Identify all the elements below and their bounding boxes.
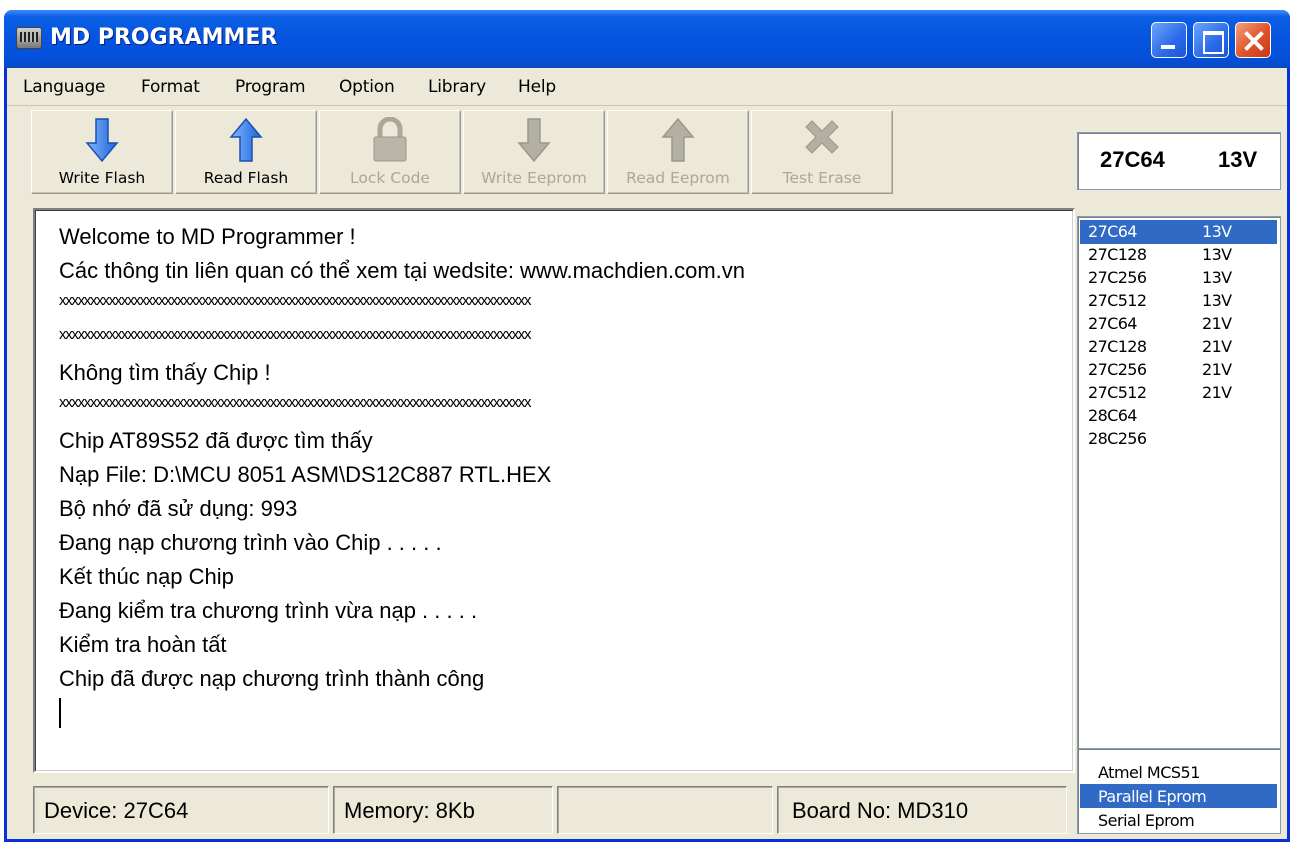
menu-option[interactable]: Option	[339, 77, 395, 97]
log-line: Kết thúc nạp Chip	[59, 564, 234, 589]
up-arrow-icon	[229, 117, 263, 162]
device-item-27c128-13v[interactable]: 27C128 13V	[1080, 243, 1277, 267]
device-item-27c512-13v[interactable]: 27C512 13V	[1080, 289, 1277, 313]
log-line: Đang nạp chương trình vào Chip . . . . .	[59, 530, 442, 555]
down-arrow-icon	[517, 118, 551, 163]
family-item-atmel-mcs51[interactable]: Atmel MCS51	[1080, 760, 1277, 784]
log-line: Bộ nhớ đã sử dụng: 993	[59, 496, 298, 521]
menu-program[interactable]: Program	[235, 77, 306, 97]
device-item-28c64[interactable]: 28C64	[1080, 404, 1277, 428]
menu-library[interactable]: Library	[428, 77, 486, 97]
device-list[interactable]: 27C64 13V 27C128 13V 27C256 13V 27C512 13V 2…	[1077, 216, 1281, 773]
text-cursor	[59, 698, 61, 728]
read-eeprom-label: Read Eeprom	[626, 169, 730, 187]
device-item-28c256[interactable]: 28C256	[1080, 427, 1277, 451]
lock-code-button[interactable]: Lock Code	[319, 110, 461, 194]
log-line: Nạp File: D:\MCU 8051 ASM\DS12C887 RTL.H…	[59, 462, 552, 487]
write-flash-label: Write Flash	[58, 169, 146, 187]
status-memory: Memory: 8Kb	[333, 786, 553, 834]
family-item-serial-eprom[interactable]: Serial Eprom	[1080, 808, 1277, 832]
device-item-27c256-21v[interactable]: 27C256 21V	[1080, 358, 1277, 382]
read-eeprom-button[interactable]: Read Eeprom	[607, 110, 749, 194]
lock-icon	[373, 117, 407, 162]
menu-format[interactable]: Format	[141, 77, 200, 97]
test-erase-button[interactable]: Test Erase	[751, 110, 893, 194]
selected-chip-name: 27C64	[1100, 147, 1165, 172]
device-item-27c64-13v[interactable]: 27C64 13V	[1080, 220, 1277, 244]
menu-bar: Language Format Program Option Library H…	[7, 68, 1287, 106]
log-line: Không tìm thấy Chip !	[59, 360, 271, 385]
log-line: Đang kiểm tra chương trình vừa nạp . . .…	[59, 598, 478, 623]
menu-help[interactable]: Help	[518, 77, 556, 97]
read-flash-label: Read Flash	[203, 169, 289, 187]
family-item-parallel-eprom[interactable]: Parallel Eprom	[1080, 784, 1277, 808]
log-line: xxxxxxxxxxxxxxxxxxxxxxxxxxxxxxxxxxxxxxxx…	[59, 326, 532, 343]
x-icon	[805, 120, 839, 154]
log-output[interactable]: Welcome to MD Programmer ! Các thông tin…	[33, 208, 1075, 773]
app-window: MD PROGRAMMER Language Format Program Op…	[4, 10, 1290, 842]
menu-language[interactable]: Language	[23, 77, 105, 97]
test-erase-label: Test Erase	[782, 169, 862, 187]
chip-programmer-icon	[16, 27, 42, 49]
write-eeprom-button[interactable]: Write Eeprom	[463, 110, 605, 194]
lock-code-label: Lock Code	[350, 169, 430, 187]
device-item-27c128-21v[interactable]: 27C128 21V	[1080, 335, 1277, 359]
device-item-27c512-21v[interactable]: 27C512 21V	[1080, 381, 1277, 405]
log-line: Chip AT89S52 đã được tìm thấy	[59, 428, 373, 453]
write-flash-button[interactable]: Write Flash	[31, 110, 173, 194]
up-arrow-icon	[661, 117, 695, 162]
window-title: MD PROGRAMMER	[50, 25, 278, 50]
maximize-button[interactable]	[1193, 22, 1229, 58]
close-button[interactable]	[1235, 22, 1271, 58]
status-device: Device: 27C64	[33, 786, 329, 834]
device-item-27c256-13v[interactable]: 27C256 13V	[1080, 266, 1277, 290]
log-line: Chip đã được nạp chương trình thành công	[59, 666, 485, 691]
selected-chip-voltage: 13V	[1218, 147, 1258, 172]
title-bar[interactable]: MD PROGRAMMER	[4, 10, 1290, 68]
device-item-27c64-21v[interactable]: 27C64 21V	[1080, 312, 1277, 336]
status-board: Board No: MD310	[777, 786, 1067, 834]
down-arrow-icon	[85, 118, 119, 163]
read-flash-button[interactable]: Read Flash	[175, 110, 317, 194]
selected-chip-display: 27C64 13V	[1077, 132, 1281, 190]
chip-family-list[interactable]: Atmel MCS51 Parallel Eprom Serial Eprom	[1077, 748, 1281, 834]
log-line: xxxxxxxxxxxxxxxxxxxxxxxxxxxxxxxxxxxxxxxx…	[59, 292, 532, 309]
minimize-button[interactable]	[1151, 22, 1187, 58]
log-line: Kiểm tra hoàn tất	[59, 632, 227, 657]
log-line: Welcome to MD Programmer !	[59, 224, 356, 249]
log-line: xxxxxxxxxxxxxxxxxxxxxxxxxxxxxxxxxxxxxxxx…	[59, 394, 532, 411]
status-empty	[557, 786, 773, 834]
log-line: Các thông tin liên quan có thể xem tại w…	[59, 258, 746, 283]
write-eeprom-label: Write Eeprom	[481, 169, 587, 187]
